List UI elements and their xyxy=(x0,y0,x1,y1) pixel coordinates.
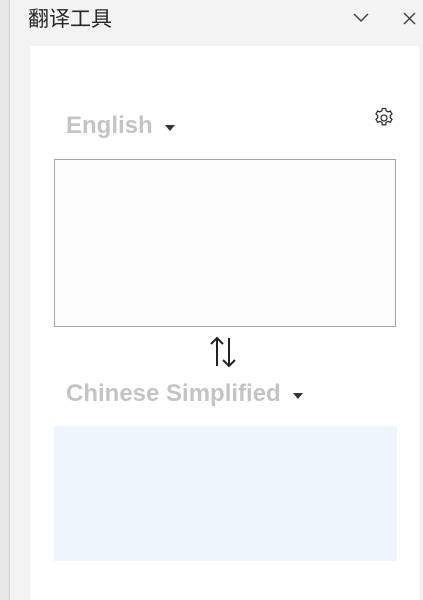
pane-title: 翻译工具 xyxy=(28,7,112,31)
pane-left-edge xyxy=(0,0,10,600)
source-language-dropdown[interactable]: English xyxy=(66,112,175,140)
target-language-label: Chinese Simplified xyxy=(66,380,281,407)
source-language-label: English xyxy=(66,112,153,139)
close-icon xyxy=(403,12,415,24)
pane-header: 翻译工具 xyxy=(10,0,423,40)
translator-task-pane: 翻译工具 English Chinese Simplified xyxy=(0,0,423,600)
settings-button[interactable] xyxy=(370,104,398,132)
gear-icon xyxy=(375,107,393,126)
chevron-down-icon xyxy=(353,13,369,23)
swap-languages-button[interactable] xyxy=(206,334,240,370)
chevron-down-icon xyxy=(164,124,175,131)
translation-output[interactable] xyxy=(54,426,397,561)
collapse-button[interactable] xyxy=(347,5,375,31)
source-text-input[interactable] xyxy=(54,159,396,327)
swap-arrows-icon xyxy=(210,336,236,368)
chevron-down-icon xyxy=(292,392,303,399)
translator-panel: English Chinese Simplified xyxy=(30,46,419,600)
close-button[interactable] xyxy=(395,5,423,31)
target-language-dropdown[interactable]: Chinese Simplified xyxy=(66,380,303,408)
